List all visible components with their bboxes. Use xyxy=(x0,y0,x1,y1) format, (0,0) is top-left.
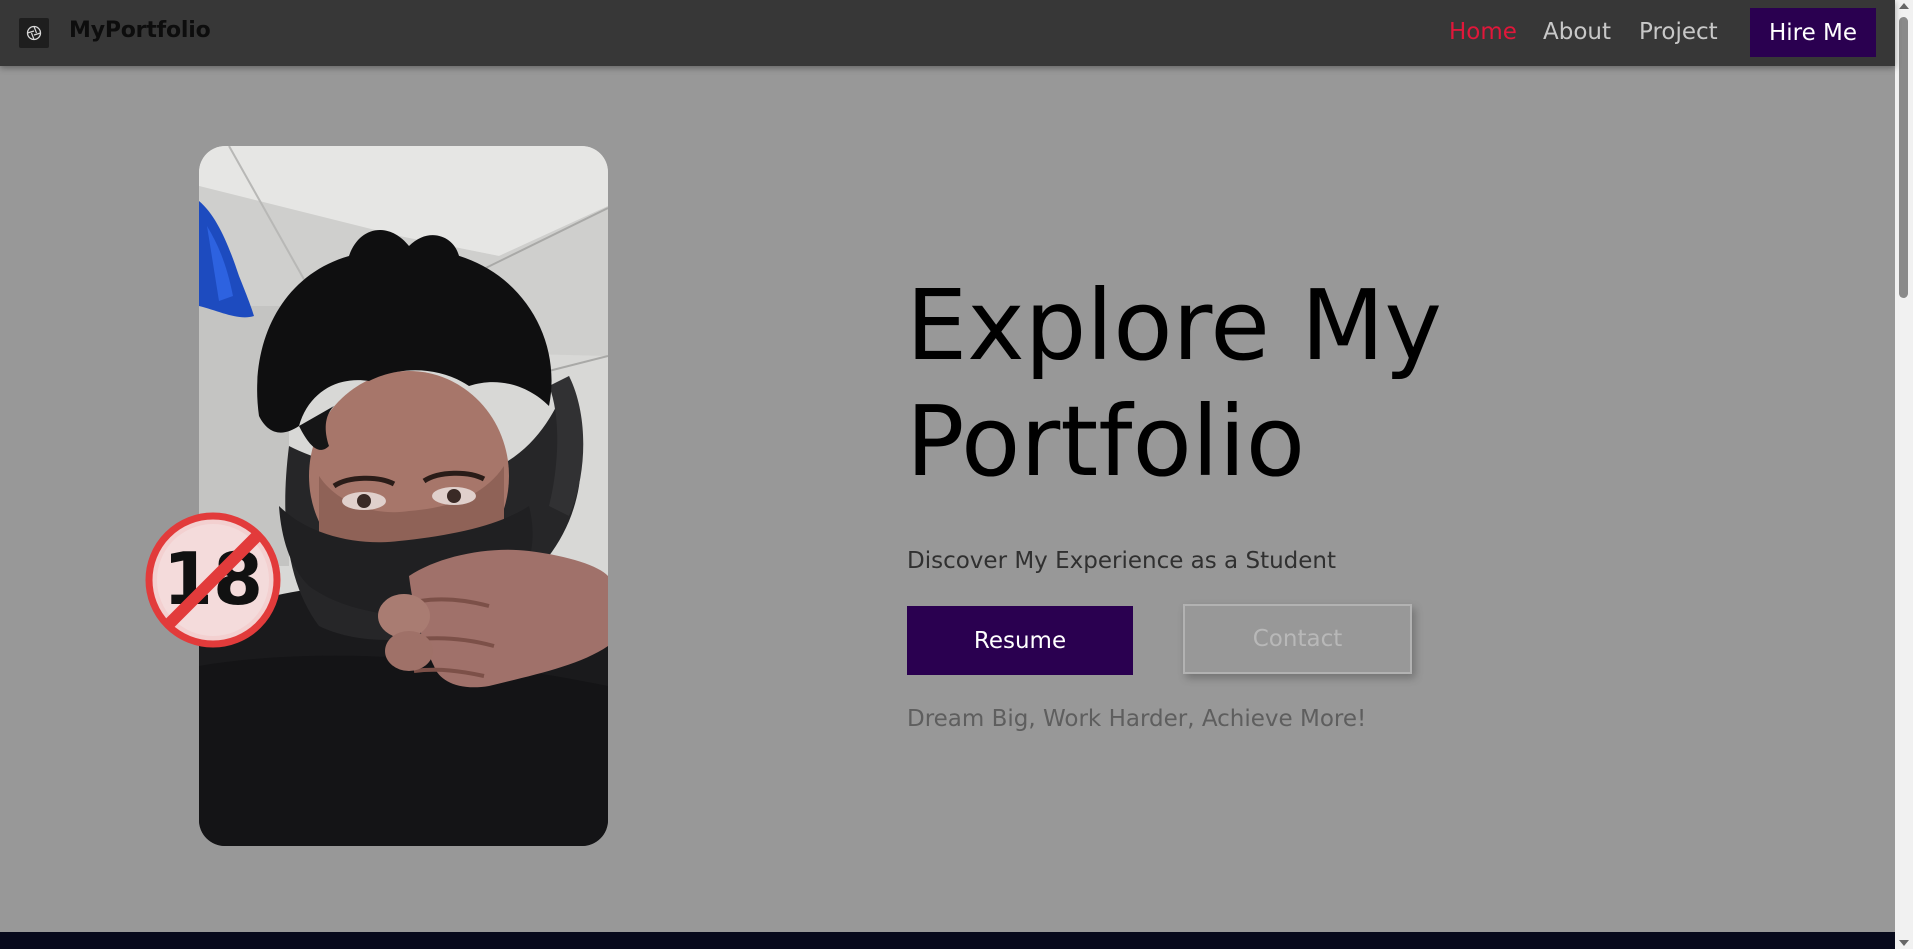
profile-photo xyxy=(199,146,608,846)
contact-button[interactable]: Contact xyxy=(1183,604,1412,674)
scrollbar-thumb[interactable] xyxy=(1899,17,1908,298)
scroll-down-arrow-icon[interactable] xyxy=(1899,940,1909,946)
next-section-edge xyxy=(0,932,1895,949)
hero-tagline: Dream Big, Work Harder, Achieve More! xyxy=(907,706,1367,732)
no-under-18-icon: 18 xyxy=(145,512,281,648)
aperture-icon xyxy=(26,25,42,41)
nav-about-link[interactable]: About xyxy=(1543,19,1611,45)
nav-project-link[interactable]: Project xyxy=(1639,19,1718,45)
page-scrollbar[interactable] xyxy=(1895,0,1913,949)
hero-subtitle: Discover My Experience as a Student xyxy=(907,548,1337,574)
no-under-18-badge: 18 xyxy=(145,512,281,648)
resume-button[interactable]: Resume xyxy=(907,606,1133,675)
brand-name[interactable]: MyPortfolio xyxy=(69,18,211,43)
scroll-up-arrow-icon[interactable] xyxy=(1899,3,1909,9)
top-navbar: MyPortfolio Home About Project Hire Me xyxy=(0,0,1895,66)
hero-title-line2: Portfolio xyxy=(906,385,1306,498)
nav-home-link[interactable]: Home xyxy=(1449,19,1517,45)
hero-title: Explore My Portfolio xyxy=(906,268,1466,500)
hire-me-button[interactable]: Hire Me xyxy=(1750,8,1876,57)
hero-title-line1: Explore My xyxy=(906,269,1442,382)
logo[interactable] xyxy=(19,18,49,48)
